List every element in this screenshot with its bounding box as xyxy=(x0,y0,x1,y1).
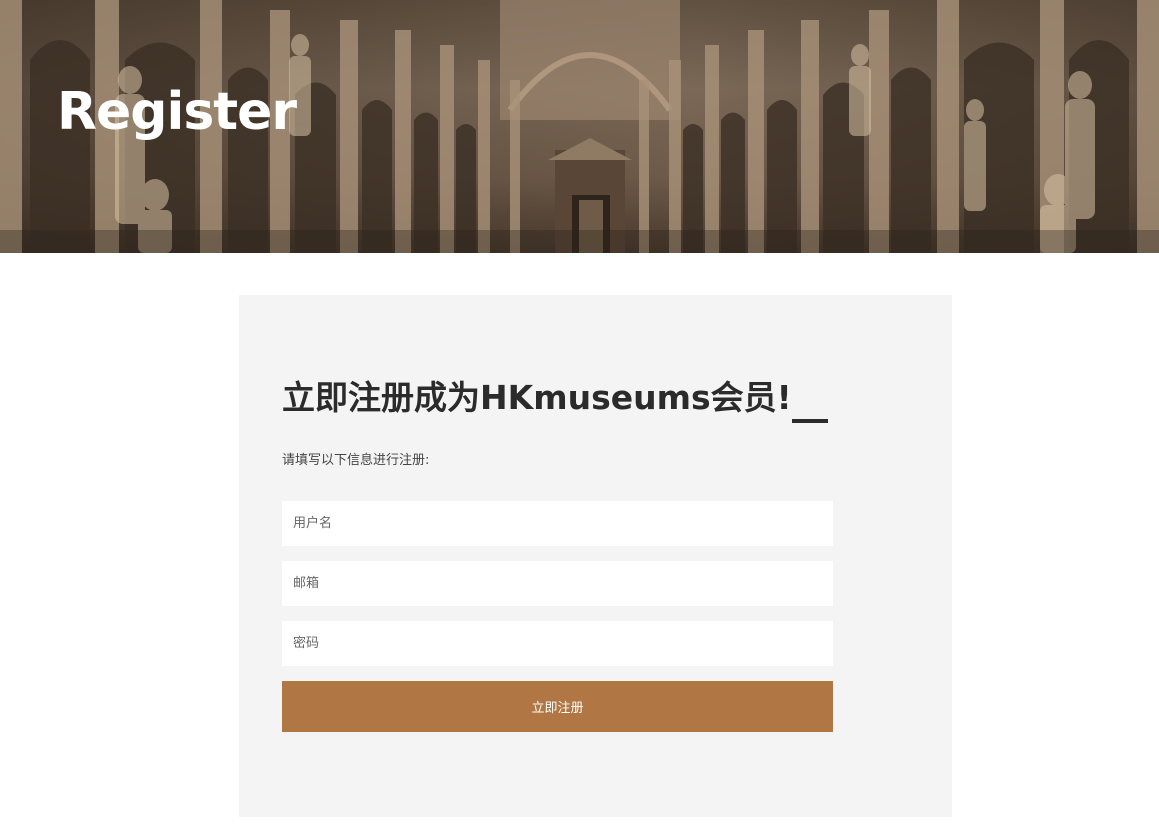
heading-underline-accent xyxy=(792,419,828,423)
password-input[interactable] xyxy=(282,621,833,666)
email-input[interactable] xyxy=(282,561,833,606)
hero-banner: Register xyxy=(0,0,1159,253)
page-title: Register xyxy=(57,82,297,142)
username-input[interactable] xyxy=(282,501,833,546)
register-submit-button[interactable]: 立即注册 xyxy=(282,681,833,732)
form-heading: 立即注册成为HKmuseums会员! xyxy=(282,378,792,417)
register-form-card: 立即注册成为HKmuseums会员! 请填写以下信息进行注册: 立即注册 xyxy=(239,295,952,817)
form-description: 请填写以下信息进行注册: xyxy=(282,453,430,468)
